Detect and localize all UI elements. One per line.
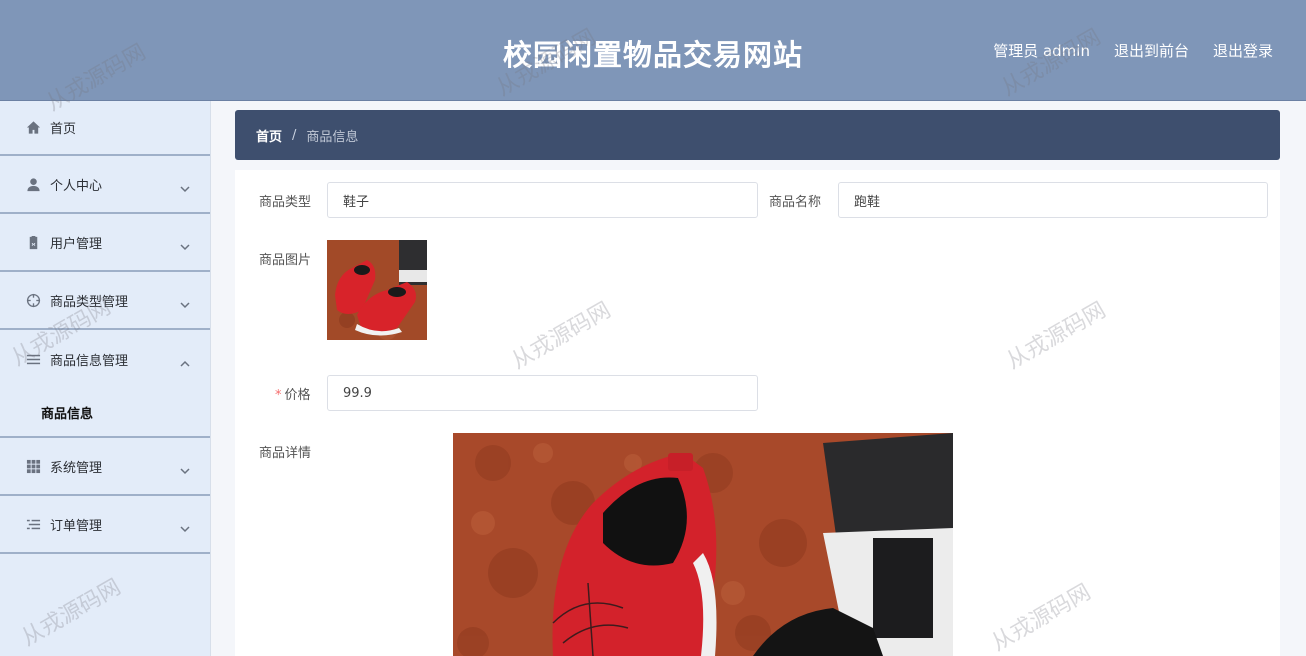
sidebar-item-personal-center[interactable]: 个人中心 <box>0 156 210 214</box>
chevron-down-icon <box>180 237 190 251</box>
product-detail-form: 商品类型 鞋子 商品名称 跑鞋 商品图片 * 价格 99.9 商品详情 <box>235 170 1280 656</box>
product-type-field[interactable]: 鞋子 <box>327 182 758 218</box>
price-label: * 价格 <box>275 384 311 403</box>
sidebar-item-product-info-management[interactable]: 商品信息管理 <box>0 330 210 388</box>
product-image-thumbnail[interactable] <box>327 240 427 340</box>
sidebar-item-user-management[interactable]: 用户管理 <box>0 214 210 272</box>
sidebar-subitem-product-info[interactable]: 商品信息 <box>0 388 210 438</box>
back-to-front-link[interactable]: 退出到前台 <box>1114 40 1189 61</box>
list-icon <box>25 351 41 367</box>
logout-link[interactable]: 退出登录 <box>1213 40 1273 61</box>
breadcrumb: 首页 / 商品信息 <box>235 110 1280 160</box>
sidebar-item-system-management[interactable]: 系统管理 <box>0 438 210 496</box>
sidebar-item-label: 用户管理 <box>50 236 103 252</box>
sidebar-item-product-type-management[interactable]: 商品类型管理 <box>0 272 210 330</box>
order-list-icon <box>25 516 41 532</box>
sidebar-item-label: 首页 <box>50 122 77 137</box>
sidebar-item-label: 订单管理 <box>50 518 103 534</box>
breadcrumb-current: 商品信息 <box>306 129 359 145</box>
sidebar-item-label: 系统管理 <box>50 460 103 476</box>
chevron-down-icon <box>180 179 190 193</box>
sidebar: 首页 个人中心 用户管理 商品类型管理 商品信息管理 商品信息 系统管理 订单管… <box>0 101 211 656</box>
chevron-down-icon <box>180 519 190 533</box>
product-type-label: 商品类型 <box>259 195 312 210</box>
user-icon <box>25 176 41 192</box>
chevron-down-icon <box>180 461 190 475</box>
grid-icon <box>25 458 41 474</box>
top-header: 校园闲置物品交易网站 管理员 admin 退出到前台 退出登录 <box>0 0 1306 101</box>
sidebar-item-label: 商品信息管理 <box>50 353 129 369</box>
breadcrumb-home-link[interactable]: 首页 <box>256 126 282 145</box>
chevron-down-icon <box>180 295 190 309</box>
sidebar-item-home[interactable]: 首页 <box>0 101 210 156</box>
home-icon <box>25 120 41 136</box>
clipboard-icon <box>25 234 41 250</box>
compass-icon <box>25 292 41 308</box>
product-name-label: 商品名称 <box>769 195 822 210</box>
sidebar-item-label: 商品类型管理 <box>50 294 129 310</box>
breadcrumb-separator: / <box>292 127 297 143</box>
price-field[interactable]: 99.9 <box>327 375 758 411</box>
header-links: 管理员 admin 退出到前台 退出登录 <box>993 40 1273 61</box>
product-detail-image <box>453 433 953 656</box>
sidebar-item-label: 个人中心 <box>50 178 103 194</box>
product-detail-label: 商品详情 <box>259 446 312 461</box>
admin-user-label[interactable]: 管理员 admin <box>993 40 1090 61</box>
chevron-up-icon <box>180 354 190 367</box>
price-label-text: 价格 <box>284 388 311 403</box>
required-marker: * <box>275 388 282 403</box>
product-name-field[interactable]: 跑鞋 <box>838 182 1268 218</box>
product-image-label: 商品图片 <box>259 253 312 268</box>
sidebar-item-order-management[interactable]: 订单管理 <box>0 496 210 554</box>
